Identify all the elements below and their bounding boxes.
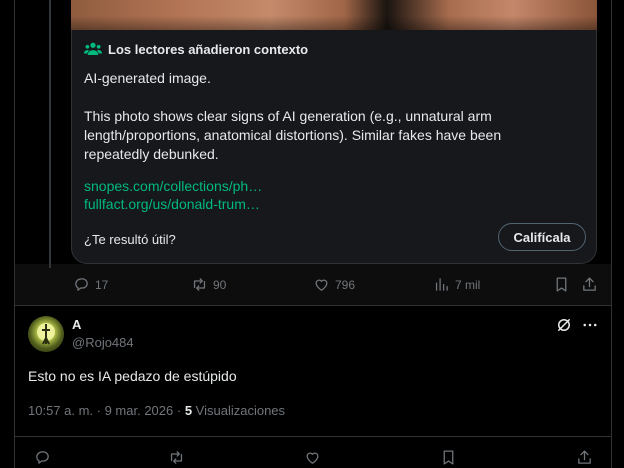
avatar-figure — [37, 323, 55, 345]
community-note-title: Los lectores añadieron contexto — [108, 41, 309, 57]
like-icon — [315, 279, 328, 291]
like-action[interactable]: 796 — [313, 276, 355, 293]
like-icon — [306, 452, 319, 464]
share-icon — [578, 450, 591, 464]
tweet-photo[interactable] — [71, 0, 597, 30]
reply-icon — [36, 451, 49, 464]
rate-note-button[interactable]: Califícala — [498, 223, 586, 251]
reply-repost-action[interactable] — [168, 449, 185, 466]
reply-action[interactable]: 17 — [73, 276, 108, 293]
share-action[interactable] — [581, 276, 598, 293]
views-action[interactable]: 7 mil — [433, 276, 480, 293]
repost-action[interactable]: 90 — [191, 276, 226, 293]
reply-display-name[interactable]: A — [72, 317, 81, 332]
people-icon — [84, 42, 102, 55]
reply-metadata: 10:57 a. m. · 9 mar. 2026 · 5 Visualizac… — [28, 403, 285, 418]
reply-bookmark-action[interactable] — [440, 449, 457, 466]
reply-icon — [75, 278, 88, 291]
views-icon — [435, 278, 448, 291]
community-note-header: Los lectores añadieron contexto — [84, 41, 308, 57]
note-text-summary: AI-generated image. — [84, 70, 211, 86]
tweet-divider — [14, 305, 612, 306]
reply-timestamp[interactable]: 10:57 a. m. · 9 mar. 2026 · — [28, 403, 185, 418]
thread-connector-line — [49, 0, 51, 268]
community-note-card: Los lectores añadieron contexto AI-gener… — [71, 30, 597, 264]
avatar[interactable] — [28, 316, 64, 352]
reply-share-action[interactable] — [576, 449, 593, 466]
reply-reply-action[interactable] — [34, 449, 51, 466]
reply-like-action[interactable] — [304, 449, 321, 466]
views-count: 7 mil — [455, 277, 481, 292]
column-border-left — [14, 0, 15, 468]
bookmark-action[interactable] — [553, 276, 570, 293]
bookmark-icon — [556, 277, 567, 292]
reply-text: Esto no es IA pedazo de estúpido — [28, 368, 237, 384]
like-count: 796 — [335, 277, 356, 292]
note-helpful-question: ¿Te resultó útil? — [84, 232, 176, 247]
note-link-snopes[interactable]: snopes.com/collections/ph… — [84, 178, 262, 194]
bookmark-icon — [443, 450, 454, 465]
note-link-fullfact[interactable]: fullfact.org/us/donald-trum… — [84, 196, 260, 212]
column-border-right — [611, 0, 612, 468]
grok-icon[interactable] — [555, 316, 573, 334]
reply-divider — [14, 436, 612, 437]
note-text-body: This photo shows clear signs of AI gener… — [84, 108, 502, 162]
repost-icon — [170, 451, 183, 464]
reply-views-label: Visualizaciones — [192, 403, 286, 418]
reply-views-count: 5 — [184, 403, 193, 418]
reply-count: 17 — [95, 277, 109, 292]
reply-handle[interactable]: @Rojo484 — [72, 335, 134, 350]
share-icon — [583, 277, 596, 291]
more-icon[interactable] — [581, 316, 599, 334]
repost-icon — [193, 278, 206, 291]
repost-count: 90 — [213, 277, 227, 292]
